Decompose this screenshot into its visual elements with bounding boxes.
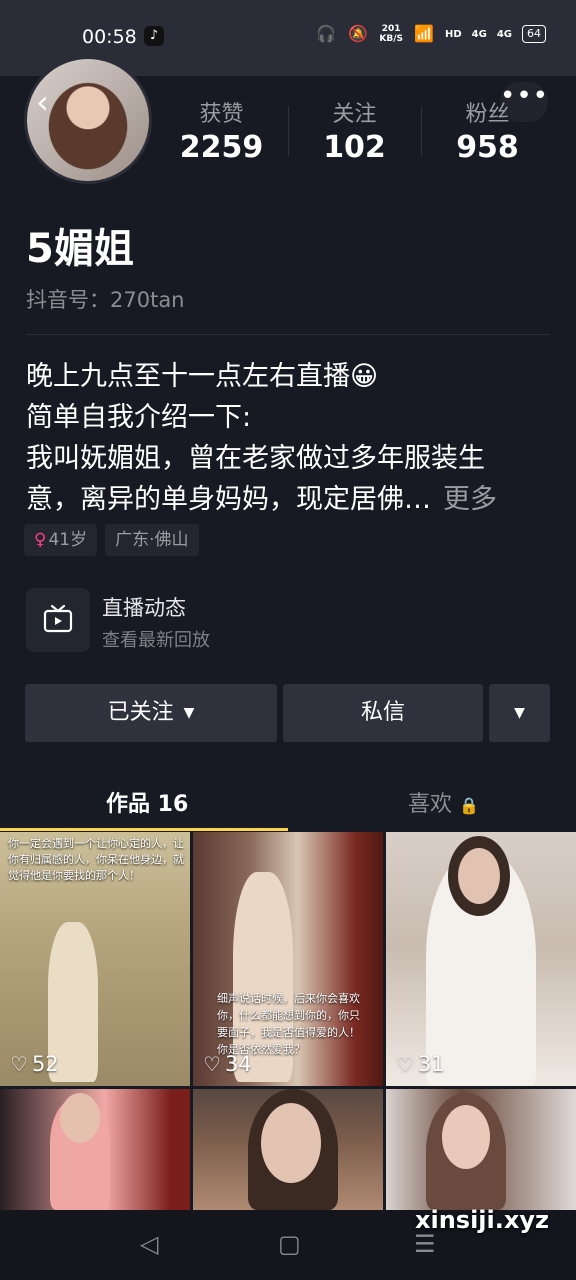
profile-name: 5媚姐 [26,226,134,272]
lock-icon: 🔒 [459,796,479,815]
mute-icon: 🔕 [348,24,369,43]
thumbnail-face [261,1103,321,1183]
message-label: 私信 [360,700,405,725]
tiktok-icon: ♪ [144,26,164,46]
bio-more-link[interactable]: 更多 [443,484,497,515]
live-subtitle: 查看最新回放 [102,630,210,651]
stat-label: 关注 [332,102,377,127]
tv-icon [26,588,90,652]
status-time: 00:58 [82,26,137,48]
back-icon[interactable]: ‹ [36,86,49,118]
video-likes: ♡ 52 [10,1052,59,1076]
speed-unit: KB/S [379,34,403,44]
douyin-id[interactable]: 抖音号：270tan [26,284,185,314]
stat-value: 2259 [179,130,264,165]
followed-label: 已关注 [107,700,174,725]
thumbnail-face [458,848,500,904]
video-thumbnail[interactable]: ♡ 31 [386,832,576,1086]
live-replay-entry[interactable]: 直播动态 查看最新回放 [24,586,554,654]
bio-line-last: 意，离异的单身妈妈，现定居佛… 更多 [26,479,556,520]
nav-home-icon[interactable]: ▢ [278,1230,301,1258]
stat-following[interactable]: 关注 102 [288,96,421,165]
likes-count: 34 [224,1052,252,1076]
likes-count: 31 [417,1052,445,1076]
headphones-icon: 🎧 [316,24,337,43]
bio-line: 简单自我介绍一下: [26,402,252,433]
live-title: 直播动态 [102,596,186,620]
stat-value: 958 [456,130,519,165]
stat-likes[interactable]: 获赞 2259 [155,96,288,165]
age-tag: ♀ 41岁 [24,524,98,556]
video-thumbnail[interactable] [193,1089,383,1210]
nav-menu-icon[interactable]: ☰ [414,1230,436,1258]
caret-down-icon: ▼ [514,705,525,721]
wifi-icon: 📶 [414,24,434,43]
video-thumbnail[interactable] [386,1089,576,1210]
heart-icon: ♡ [10,1052,28,1076]
nav-back-icon[interactable]: ◁ [140,1230,158,1258]
female-icon: ♀ [34,530,47,550]
signal-4g-1: 4G [471,28,487,40]
stat-value: 102 [323,130,386,165]
bio-line: 意，离异的单身妈妈，现定居佛… [26,484,431,515]
video-caption: 你一定会遇到一个让你心定的人，让你有归属感的人，你呆在他身边，就觉得他是你要找的… [8,837,184,882]
heart-icon: ♡ [396,1052,414,1076]
tab-works[interactable]: 作品 16 [106,786,188,818]
profile-bio[interactable]: 晚上九点至十一点左右直播😀 简单自我介绍一下: 我叫妩媚姐，曾在老家做过多年服装… [26,356,556,520]
bio-line: 晚上九点至十一点左右直播😀 [26,361,379,392]
video-grid: 你一定会遇到一个让你心定的人，让你有归属感的人，你呆在他身边，就觉得他是你要找的… [0,832,576,1210]
caret-down-icon: ▼ [183,705,195,721]
tab-likes[interactable]: 喜欢 🔒 [408,786,479,818]
profile-stats: 获赞 2259 关注 102 粉丝 958 [155,96,555,166]
status-icons: 🎧 🔕 201 KB/S 📶 HD 4G 4G 64 [315,24,546,44]
watermark: xinsiji.xyz [415,1206,549,1234]
stat-label: 粉丝 [465,102,510,127]
video-caption: 细声说话时候，后来你会喜欢你，什么都能想到你的，你只要面子，我是否值得爱的人！你… [217,992,360,1056]
age-label: 41岁 [48,530,88,550]
heart-icon: ♡ [203,1052,221,1076]
message-button[interactable]: 私信 [283,684,483,742]
followed-button[interactable]: 已关注 ▼ [25,684,277,742]
stat-label: 获赞 [199,102,244,127]
tab-indicator [0,828,288,831]
hd-badge: HD [444,28,462,40]
divider [26,334,550,335]
video-thumbnail[interactable]: 你一定会遇到一个让你心定的人，让你有归属感的人，你呆在他身边，就觉得他是你要找的… [0,832,190,1086]
network-speed: 201 KB/S [379,24,403,44]
likes-count: 52 [31,1052,59,1076]
tab-likes-label: 喜欢 [408,792,453,817]
thumbnail-face [442,1105,490,1169]
speed-value: 201 [381,24,401,34]
stat-followers[interactable]: 粉丝 958 [421,96,554,165]
video-likes: ♡ 34 [203,1052,252,1076]
video-likes: ♡ 31 [396,1052,445,1076]
thumbnail-face [60,1093,100,1143]
recommend-dropdown-button[interactable]: ▼ [489,684,550,742]
content-tabs: 作品 16 喜欢 🔒 [0,776,576,832]
profile-tags: ♀ 41岁 广东·佛山 [24,524,199,556]
bio-line: 我叫妩媚姐，曾在老家做过多年服装生 [26,443,485,474]
video-thumbnail[interactable] [0,1089,190,1210]
video-thumbnail[interactable]: 细声说话时候，后来你会喜欢你，什么都能想到你的，你只要面子，我是否值得爱的人！你… [193,832,383,1086]
signal-4g-2: 4G [496,28,512,40]
location-tag: 广东·佛山 [105,524,199,556]
battery-icon: 64 [522,25,546,43]
